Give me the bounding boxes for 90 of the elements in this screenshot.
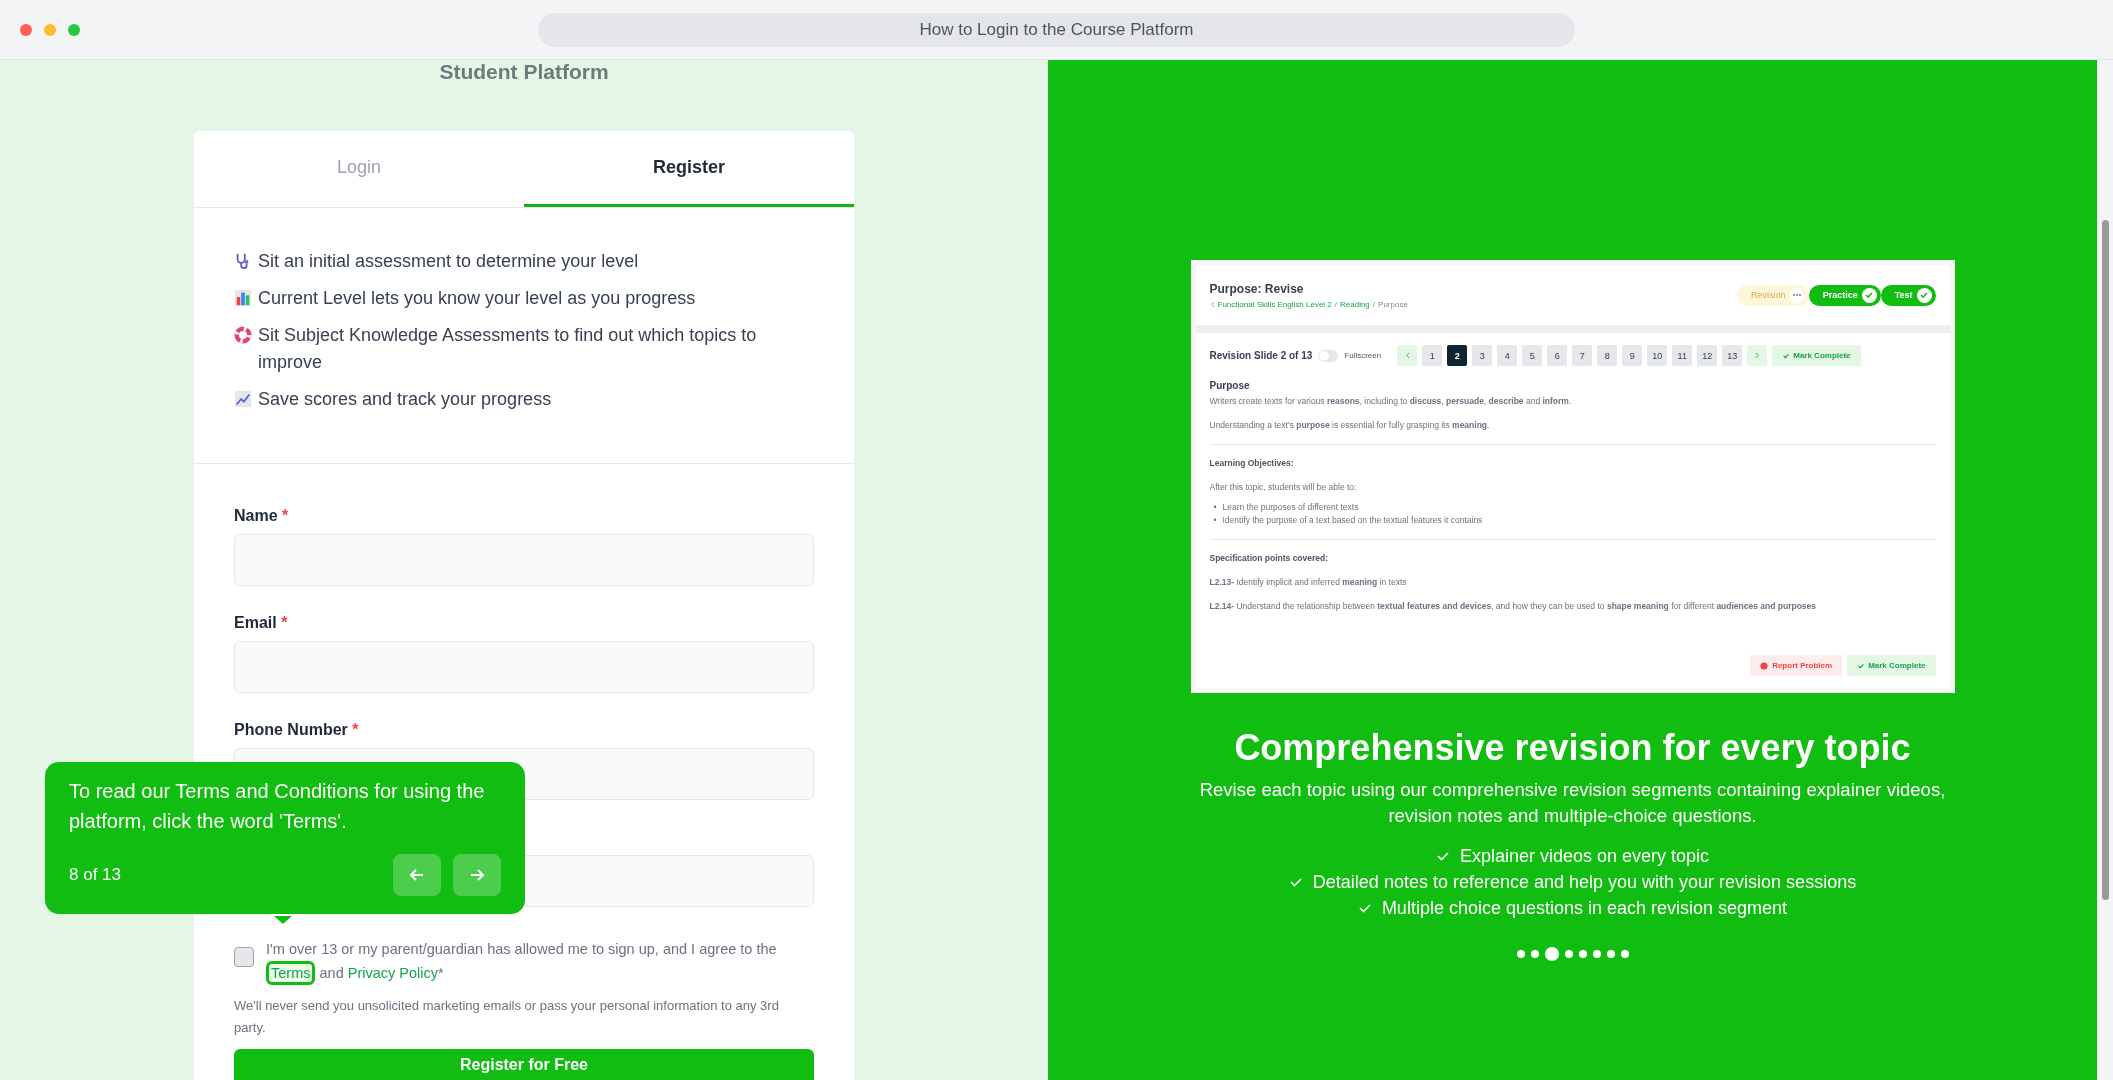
- page-button[interactable]: 9: [1622, 345, 1643, 366]
- slide-label: Revision Slide 2 of 13: [1209, 350, 1313, 361]
- carousel-dot[interactable]: [1578, 950, 1587, 958]
- check-icon: [1435, 849, 1450, 863]
- specification-point: L2.14- Understand the relationship between textual features and devices, and how they can be used to shape meaning for different audiences and purposes: [1209, 600, 1818, 613]
- toggle-label: Fullscreen: [1344, 351, 1382, 360]
- page-button[interactable]: 8: [1597, 345, 1618, 366]
- carousel-dot[interactable]: [1606, 950, 1615, 958]
- objective-item: Learn the purposes of different texts: [1222, 501, 1359, 514]
- maximize-window-button[interactable]: [68, 23, 80, 36]
- page-button[interactable]: 1: [1422, 345, 1443, 366]
- check-icon: [1864, 290, 1875, 300]
- bar-chart-icon: [234, 289, 252, 307]
- page-button[interactable]: 4: [1497, 345, 1518, 366]
- carousel-dot[interactable]: [1516, 950, 1525, 958]
- step-counter: 8 of 13: [69, 865, 121, 885]
- page-button[interactable]: 7: [1572, 345, 1593, 366]
- minimize-window-button[interactable]: [44, 23, 56, 36]
- consent-text: I'm over 13 or my parent/guardian has allowed me to sign up, and I agree to the Terms and Privacy Policy*: [266, 937, 814, 985]
- carousel-dot[interactable]: [1564, 950, 1573, 958]
- page-button[interactable]: 13: [1722, 345, 1743, 366]
- page-button[interactable]: 10: [1647, 345, 1668, 366]
- carousel-dot[interactable]: [1544, 947, 1559, 961]
- bullet: •: [1213, 501, 1217, 514]
- bullet: •: [1213, 514, 1217, 527]
- line-chart-icon: [234, 390, 252, 408]
- alert-icon: [1760, 661, 1769, 670]
- feature-text: Sit Subject Knowledge Assessments to find out which topics to improve: [258, 324, 758, 374]
- feature-text: Sit an initial assessment to determine your level: [258, 250, 639, 273]
- next-slide-button[interactable]: [1747, 345, 1768, 366]
- required-mark: *: [352, 721, 359, 738]
- benefit-text: Multiple choice questions in each revision segment: [1381, 897, 1788, 919]
- feature-text: Current Level lets you know your level as you progress: [258, 287, 696, 310]
- required-mark: *: [282, 507, 289, 524]
- breadcrumb-separator: /: [1372, 299, 1376, 309]
- paragraph: Understanding a text's purpose is essential for fully grasping its meaning.: [1209, 419, 1491, 432]
- tab[interactable]: Register: [524, 131, 854, 207]
- carousel-dot[interactable]: [1530, 950, 1539, 958]
- input-field[interactable]: [234, 534, 814, 586]
- required-mark: *: [281, 614, 288, 631]
- checkbox[interactable]: [234, 947, 254, 967]
- check-icon: [1857, 661, 1866, 670]
- page-button[interactable]: 6: [1547, 345, 1568, 366]
- fullscreen-toggle[interactable]: [1318, 349, 1339, 362]
- previous-slide-button[interactable]: [1397, 345, 1418, 366]
- section-title: Purpose: [1209, 380, 1251, 391]
- check-icon: [1782, 351, 1791, 360]
- objectives-intro: After this topic, students will be able to:: [1209, 481, 1358, 494]
- chevron-left-icon: [1404, 352, 1410, 359]
- field-label: Name: [234, 507, 278, 524]
- breadcrumb-item: Purpose: [1378, 299, 1408, 309]
- field-label: Phone Number: [234, 721, 348, 738]
- check-icon: [1357, 901, 1372, 915]
- carousel-dot[interactable]: [1592, 950, 1601, 958]
- breadcrumb-separator: /: [1334, 299, 1337, 309]
- field-label: Email: [234, 614, 277, 631]
- lesson-title: Purpose: Revise: [1209, 281, 1305, 296]
- privacy-note: We'll never send you unsolicited marketing emails or pass your personal information to any 3rd party.: [234, 997, 780, 1037]
- platform-heading: Student Platform: [439, 60, 609, 84]
- promo-description: Revise each topic using our comprehensive revision segments containing explainer videos, revision notes and multiple-choice questions.: [1198, 778, 1947, 828]
- page-button[interactable]: 11: [1672, 345, 1693, 366]
- objectives-title: Learning Objectives:: [1209, 457, 1295, 470]
- page-button[interactable]: 2: [1447, 345, 1468, 366]
- carousel-dot[interactable]: [1620, 950, 1629, 958]
- page-button[interactable]: 3: [1472, 345, 1493, 366]
- breadcrumb-item[interactable]: Functional Skills English Level 2: [1217, 299, 1332, 309]
- check-icon: [1288, 875, 1303, 889]
- benefit-text: Detailed notes to reference and help you with your revision sessions: [1312, 871, 1857, 893]
- promo-heading: Comprehensive revision for every topic: [1234, 727, 1911, 769]
- close-window-button[interactable]: [20, 23, 32, 36]
- paragraph: Writers create texts for various reasons, including to discuss, persuade, describe and inform.: [1209, 395, 1573, 408]
- previous-button[interactable]: [393, 854, 441, 896]
- input-field[interactable]: [234, 641, 814, 693]
- window-title: How to Login to the Course Platform: [538, 13, 1575, 47]
- chevron-left-icon: [1209, 300, 1215, 308]
- tooltip-text: To read our Terms and Conditions for using the platform, click the word 'Terms'.: [69, 779, 486, 834]
- objective-item: Identify the purpose of a text based on the textual features it contains: [1222, 514, 1483, 527]
- page-button[interactable]: 12: [1697, 345, 1718, 366]
- chevron-right-icon: [1754, 352, 1760, 359]
- feature-text: Save scores and track your progress: [258, 388, 552, 411]
- page-button[interactable]: 5: [1522, 345, 1543, 366]
- check-icon: [1919, 290, 1929, 300]
- lifebuoy-icon: [234, 326, 252, 344]
- next-button[interactable]: [453, 854, 501, 896]
- benefit-text: Explainer videos on every topic: [1459, 845, 1710, 867]
- specification-title: Specification points covered:: [1209, 552, 1330, 565]
- scrollbar[interactable]: [2097, 60, 2113, 1080]
- specification-point: L2.13- Identify implicit and inferred meaning in texts: [1209, 576, 1408, 589]
- tooltip-pointer: [274, 916, 292, 924]
- breadcrumb-item[interactable]: Reading: [1340, 299, 1370, 309]
